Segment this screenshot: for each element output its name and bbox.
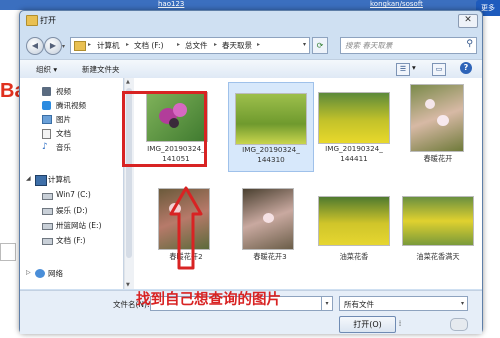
file-tile-selected[interactable]: IMG_20190324_ 144310	[228, 82, 314, 172]
sidebar-item-label: 网络	[48, 269, 63, 278]
highlight-box	[122, 91, 207, 167]
file-name: 油菜花香满天	[416, 252, 460, 261]
sidebar-item-label: 卅篮网站 (E:)	[56, 221, 102, 230]
network-icon	[35, 269, 45, 278]
back-button[interactable]: ◀	[26, 37, 44, 55]
collapse-icon[interactable]: ◢	[26, 175, 31, 182]
help-icon[interactable]: ?	[460, 62, 472, 74]
file-name: 油菜花香	[339, 252, 369, 261]
thumbnail-image	[235, 93, 307, 145]
sidebar-item-label: 计算机	[48, 175, 71, 184]
drive-icon	[42, 238, 53, 245]
sidebar-item-label: 视频	[56, 87, 71, 96]
computer-icon	[35, 175, 47, 186]
chevron-right-icon: ▸	[126, 41, 130, 48]
chevron-down-icon: ▾	[460, 300, 464, 307]
open-split-arrow[interactable]: ⁞	[395, 316, 405, 331]
cancel-button[interactable]	[450, 318, 468, 331]
pictures-library-icon	[42, 115, 52, 124]
dialog-title: 打开	[40, 16, 56, 25]
file-name: IMG_20190324_	[325, 144, 383, 153]
flower-shape	[169, 203, 181, 214]
documents-library-icon	[42, 129, 51, 139]
sidebar-item-label: Win7 (C:)	[56, 190, 91, 199]
chevron-down-icon[interactable]: ▾	[412, 63, 416, 72]
background-frame	[0, 243, 16, 261]
search-input[interactable]: 搜索 春天取景 ⚲	[340, 37, 477, 54]
sidebar-item-label: 文档 (F:)	[56, 236, 86, 245]
chevron-down-icon[interactable]: ▾	[321, 296, 333, 311]
organize-menu[interactable]: 组织 ▾	[36, 64, 57, 75]
file-tile[interactable]: 油菜花香满天	[396, 188, 480, 276]
breadcrumb-drive[interactable]: 文档 (F:)	[134, 40, 164, 51]
flower-shape	[263, 213, 274, 223]
search-icon[interactable]: ⚲	[466, 39, 473, 49]
chevron-right-icon: ▸	[88, 41, 92, 48]
navigation-pane: 视频 腾讯视频 图片 文档 ♪ 音乐 ◢ 计算机 Win7 (C:) 娱乐 (D…	[20, 78, 124, 289]
forward-button[interactable]: ▶	[44, 37, 62, 55]
file-tile[interactable]: 春暖花开3	[228, 188, 312, 276]
thumbnail-image	[242, 188, 294, 250]
annotation-caption: 找到自己想查询的图片	[136, 292, 281, 308]
background-red-fragment: Ba	[0, 80, 26, 102]
folder-icon	[74, 41, 86, 51]
sidebar-item-label: 腾讯视频	[56, 101, 86, 110]
file-name-line2: 144411	[340, 154, 368, 163]
file-type-select[interactable]: 所有文件 ▾	[339, 296, 468, 311]
background-nav-link[interactable]: kongkan/sosoft	[370, 0, 423, 8]
breadcrumb-computer[interactable]: 计算机	[97, 40, 120, 51]
scroll-down-icon[interactable]: ▼	[126, 282, 130, 288]
chevron-down-icon[interactable]: ▾	[303, 41, 306, 48]
drive-icon	[42, 208, 53, 215]
thumbnail-image	[318, 92, 390, 144]
open-button[interactable]: 打开(O)	[339, 316, 396, 333]
view-options-icon[interactable]: ☰	[396, 63, 410, 76]
thumbnail-image	[410, 84, 464, 152]
music-library-icon: ♪	[42, 142, 48, 152]
address-row: ◀ ▶ ▾ ▸ 计算机 ▸ 文档 (F:) ▸ 总文件 ▸ 春天取景 ▸ ▾ ⟳…	[20, 33, 482, 57]
flower-shape	[425, 99, 435, 109]
file-name-line2: 144310	[257, 155, 285, 164]
command-toolbar: 组织 ▾ 新建文件夹 ☰ ▾ ▭ ?	[20, 59, 482, 79]
breadcrumb-current[interactable]: 春天取景	[222, 40, 252, 51]
background-nav-link[interactable]: hao123	[158, 0, 184, 8]
thumbnail-image	[402, 196, 474, 246]
expand-icon[interactable]: ▷	[26, 269, 31, 276]
background-nav: hao123 kongkan/sosoft	[150, 0, 500, 10]
file-name: 春暖花开3	[253, 252, 287, 261]
chevron-right-icon: ▸	[177, 41, 181, 48]
thumbnail-image	[158, 188, 210, 250]
file-tile[interactable]: 油菜花香	[312, 188, 396, 276]
file-name: IMG_20190324_	[242, 145, 300, 154]
search-placeholder: 搜索 春天取景	[345, 41, 393, 50]
breadcrumb-folder[interactable]: 总文件	[185, 40, 208, 51]
tencent-video-icon	[42, 101, 51, 110]
close-button[interactable]: ✕	[458, 14, 478, 28]
file-name: 春暖花开2	[169, 252, 203, 261]
preview-pane-icon[interactable]: ▭	[432, 63, 446, 76]
sidebar-item-label: 音乐	[56, 143, 71, 152]
chevron-right-icon: ▸	[214, 41, 218, 48]
refresh-button[interactable]: ⟳	[312, 37, 328, 54]
address-bar[interactable]: ▸ 计算机 ▸ 文档 (F:) ▸ 总文件 ▸ 春天取景 ▸ ▾	[70, 37, 310, 54]
recent-locations-dropdown[interactable]: ▾	[62, 43, 65, 50]
video-library-icon	[42, 87, 51, 96]
scroll-up-icon[interactable]: ▲	[126, 79, 130, 85]
sidebar-item-label: 图片	[56, 115, 71, 124]
file-name: 春暖花开	[423, 154, 453, 163]
new-folder-button[interactable]: 新建文件夹	[82, 64, 120, 75]
flower-shape	[437, 115, 449, 126]
file-tile[interactable]: 春暖花开	[396, 82, 480, 170]
sidebar-item-label: 娱乐 (D:)	[56, 206, 88, 215]
thumbnail-image	[318, 196, 390, 246]
chevron-right-icon: ▸	[257, 41, 261, 48]
sidebar-item-label: 文档	[56, 129, 71, 138]
file-tile[interactable]: IMG_20190324_ 144411	[312, 82, 396, 170]
folder-icon	[26, 15, 38, 26]
dialog-titlebar: 打开 ✕	[20, 11, 482, 29]
drive-icon	[42, 193, 53, 200]
file-tile[interactable]: 春暖花开2	[144, 188, 228, 276]
file-type-value: 所有文件	[344, 300, 374, 309]
drive-icon	[42, 223, 53, 230]
